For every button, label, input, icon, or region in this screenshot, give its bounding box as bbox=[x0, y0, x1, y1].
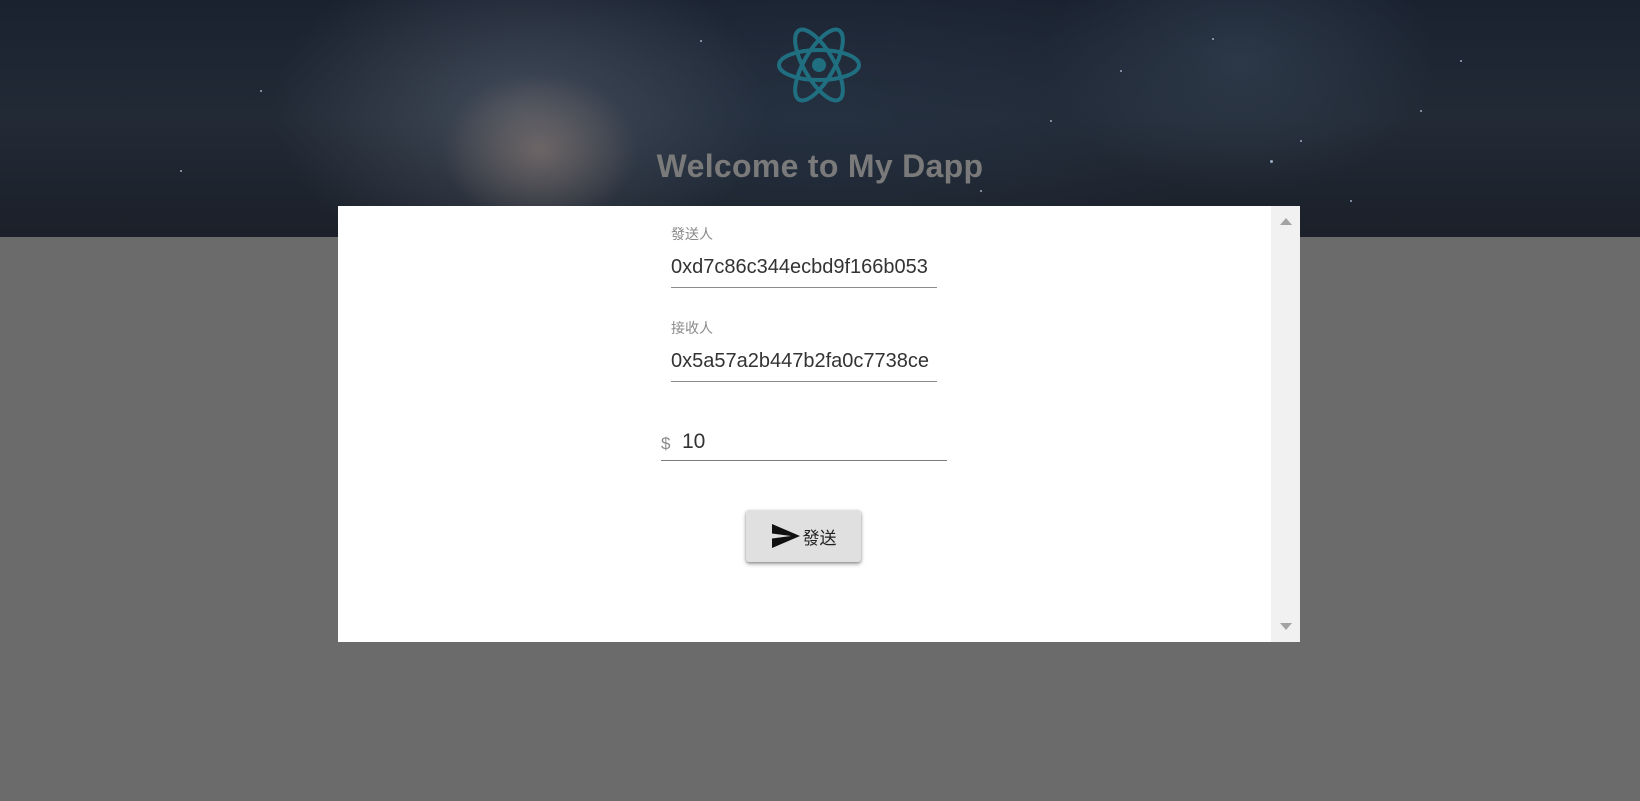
amount-field: $ bbox=[661, 426, 947, 461]
send-icon bbox=[771, 523, 801, 549]
react-atom-icon bbox=[774, 20, 864, 110]
header-banner: Welcome to My Dapp bbox=[0, 0, 1640, 237]
amount-input[interactable] bbox=[682, 426, 932, 458]
scroll-down-arrow-icon[interactable] bbox=[1280, 623, 1292, 630]
send-button[interactable]: 發送 bbox=[746, 510, 861, 562]
receiver-field: 接收人 bbox=[671, 320, 937, 382]
scrollbar[interactable] bbox=[1271, 206, 1300, 642]
receiver-input[interactable] bbox=[671, 344, 937, 382]
scroll-up-arrow-icon[interactable] bbox=[1280, 218, 1292, 225]
sender-field: 發送人 bbox=[671, 226, 937, 288]
receiver-label: 接收人 bbox=[671, 321, 713, 337]
sender-input[interactable] bbox=[671, 250, 937, 288]
transfer-dialog: 發送人 接收人 $ 發送 bbox=[338, 206, 1300, 642]
page-title: Welcome to My Dapp bbox=[656, 148, 984, 184]
send-button-label: 發送 bbox=[802, 528, 837, 549]
currency-prefix: $ bbox=[661, 434, 671, 453]
sender-label: 發送人 bbox=[671, 227, 713, 243]
